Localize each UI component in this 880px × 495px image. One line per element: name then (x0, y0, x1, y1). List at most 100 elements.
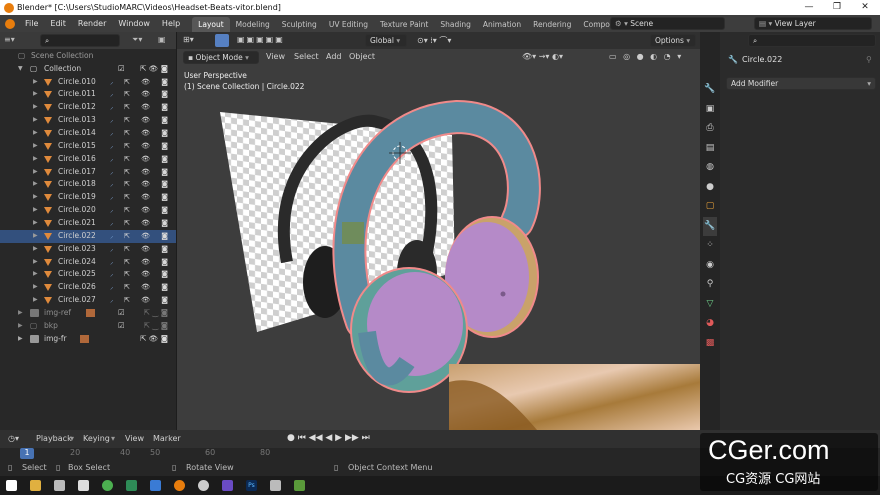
collection-visibility-icons[interactable]: ⇱ 👁 ◙ (140, 63, 168, 76)
eye-icon[interactable]: 👁 (141, 281, 150, 294)
outliner-extra-row[interactable]: ▶ img-fr ⇱ 👁 ◙ (0, 333, 176, 346)
view-layer-selector[interactable]: ▤ ▾ View Layer (754, 17, 872, 30)
photos-icon[interactable] (150, 480, 161, 491)
select-arrow-icon[interactable]: ⇱ (124, 268, 130, 281)
object-visibility-icons[interactable]: ⇱ 👁 ◙ (124, 114, 168, 127)
menu-help[interactable]: Help (156, 15, 186, 32)
timeline-menu-view[interactable]: View (125, 434, 144, 443)
app-icon[interactable] (126, 480, 137, 491)
view-layer-tab-icon[interactable]: ▤ (703, 139, 717, 159)
output-tab-icon[interactable]: ⎙ (703, 119, 717, 139)
expand-icon[interactable]: ▶ (33, 256, 38, 269)
blender-menu-icon[interactable] (5, 18, 15, 29)
camera-icon[interactable]: ◙ (161, 76, 168, 89)
collection-checkbox[interactable]: ☑ (118, 63, 125, 76)
outliner-extra-row[interactable]: ▶ ▢ bkp ☑ ⇱ ‿ ◙ (0, 320, 176, 333)
render-tab-icon[interactable]: ▣ (703, 100, 717, 120)
select-arrow-icon[interactable]: ⇱ (124, 230, 130, 243)
object-visibility-icons[interactable]: ⇱ 👁 ◙ (124, 153, 168, 166)
camera-icon[interactable]: ◙ (161, 166, 168, 179)
tab-sculpting[interactable]: Sculpting (276, 17, 323, 32)
pivot-snap-icons[interactable]: ⊙▾ ⁞▾ ⌒▾ (417, 35, 451, 46)
bkp-checkbox[interactable]: ☑ (118, 320, 125, 333)
camera-icon[interactable]: ◙ (161, 217, 168, 230)
select-arrow-icon[interactable]: ⇱ (124, 191, 130, 204)
file-explorer-icon[interactable] (30, 480, 41, 491)
object-visibility-icons[interactable]: ⇱ 👁 ◙ (124, 243, 168, 256)
outliner-extra-row[interactable]: ▶ img-ref ☑ ⇱ ‿ ◙ (0, 307, 176, 320)
properties-search-input[interactable]: ⌕ (748, 34, 876, 47)
object-visibility-icons[interactable]: ⇱ 👁 ◙ (124, 88, 168, 101)
eye-icon[interactable]: 👁 (141, 268, 150, 281)
outliner-object-row[interactable]: ▶ Circle.022 ⸝ ⇱ 👁 ◙ (0, 229, 176, 243)
camera-icon[interactable]: ◙ (161, 88, 168, 101)
eye-icon[interactable]: 👁 (141, 166, 150, 179)
outliner-scene-collection[interactable]: ▢ Scene Collection (0, 50, 176, 63)
eye-icon[interactable]: 👁 (141, 204, 150, 217)
tab-uv-editing[interactable]: UV Editing (323, 17, 374, 32)
pin-icon[interactable]: ⚲ (866, 55, 872, 64)
app4-icon[interactable] (294, 480, 305, 491)
expand-icon[interactable]: ▶ (33, 230, 38, 243)
chrome-icon[interactable] (102, 480, 113, 491)
img-ref-visibility-icons[interactable]: ⇱ ‿ ◙ (144, 307, 168, 320)
physics-tab-icon[interactable]: ◉ (703, 256, 717, 276)
outliner-object-row[interactable]: ▶ Circle.021 ⸝ ⇱ 👁 ◙ (0, 217, 176, 230)
outliner-object-row[interactable]: ▶ Circle.025 ⸝ ⇱ 👁 ◙ (0, 268, 176, 281)
timeline-menu-marker[interactable]: Marker (153, 434, 181, 443)
select-arrow-icon[interactable]: ⇱ (124, 140, 130, 153)
select-arrow-icon[interactable]: ⇱ (124, 166, 130, 179)
add-modifier-button[interactable]: Add Modifier ▾ (726, 77, 876, 90)
camera-icon[interactable]: ◙ (161, 281, 168, 294)
timeline-menu-playback[interactable]: Playback (36, 434, 72, 443)
expand-icon[interactable]: ▶ (33, 127, 38, 140)
editor-type-icon[interactable]: ⊞▾ (183, 35, 194, 44)
object-visibility-icons[interactable]: ⇱ 👁 ◙ (124, 281, 168, 294)
world-tab-icon[interactable]: ● (703, 178, 717, 198)
select-arrow-icon[interactable]: ⇱ (124, 256, 130, 269)
maximize-button[interactable]: ❐ (823, 0, 851, 15)
app3-icon[interactable] (270, 480, 281, 491)
outliner-object-row[interactable]: ▶ Circle.020 ⸝ ⇱ 👁 ◙ (0, 204, 176, 217)
eye-icon[interactable]: 👁 (141, 217, 150, 230)
eye-icon[interactable]: 👁 (141, 140, 150, 153)
eye-icon[interactable]: 👁 (141, 153, 150, 166)
eye-icon[interactable]: 👁 (141, 76, 150, 89)
3d-viewport[interactable] (177, 32, 720, 430)
tab-texture-paint[interactable]: Texture Paint (374, 17, 434, 32)
menu-window[interactable]: Window (112, 15, 156, 32)
modifier-tab-icon[interactable]: 🔧 (703, 216, 717, 236)
select-tool-icon[interactable] (215, 34, 229, 47)
outliner-object-row[interactable]: ▶ Circle.013 ⸝ ⇱ 👁 ◙ (0, 114, 176, 127)
viewport-menu-view[interactable]: View (266, 52, 285, 61)
expand-icon[interactable]: ▶ (33, 268, 38, 281)
object-visibility-icons[interactable]: ⇱ 👁 ◙ (124, 256, 168, 269)
data-tab-icon[interactable]: ▽ (703, 295, 717, 315)
camera-icon[interactable]: ◙ (161, 153, 168, 166)
eye-icon[interactable]: 👁 (141, 114, 150, 127)
constraints-tab-icon[interactable]: ⚲ (703, 275, 717, 295)
outliner-object-row[interactable]: ▶ Circle.014 ⸝ ⇱ 👁 ◙ (0, 127, 176, 140)
particles-tab-icon[interactable]: ⁘ (703, 236, 717, 256)
object-visibility-icons[interactable]: ⇱ 👁 ◙ (124, 166, 168, 179)
camera-icon[interactable]: ◙ (161, 294, 168, 307)
shading-mode-icons[interactable]: ▭ ◎ ● ◐ ◔ ▾ (609, 52, 683, 61)
filter-icon[interactable]: ⏷▾ (132, 35, 142, 45)
object-visibility-icons[interactable]: ⇱ 👁 ◙ (124, 140, 168, 153)
object-visibility-icons[interactable]: ⇱ 👁 ◙ (124, 101, 168, 114)
new-collection-icon[interactable]: ▣ (158, 35, 166, 44)
camera-icon[interactable]: ◙ (161, 178, 168, 191)
outliner-object-row[interactable]: ▶ Circle.024 ⸝ ⇱ 👁 ◙ (0, 256, 176, 269)
expand-icon[interactable]: ▶ (33, 140, 38, 153)
camera-icon[interactable]: ◙ (161, 101, 168, 114)
img-ref-checkbox[interactable]: ☑ (118, 307, 125, 320)
expand-icon[interactable]: ▶ (33, 243, 38, 256)
expand-icon[interactable]: ▶ (33, 294, 38, 307)
expand-icon[interactable]: ▶ (33, 191, 38, 204)
object-visibility-icons[interactable]: ⇱ 👁 ◙ (124, 191, 168, 204)
start-button-icon[interactable] (6, 480, 17, 491)
minimize-button[interactable]: — (795, 0, 823, 15)
outliner-object-row[interactable]: ▶ Circle.027 ⸝ ⇱ 👁 ◙ (0, 294, 176, 307)
photoshop-icon[interactable]: Ps (246, 480, 257, 491)
expand-icon[interactable]: ▶ (33, 153, 38, 166)
